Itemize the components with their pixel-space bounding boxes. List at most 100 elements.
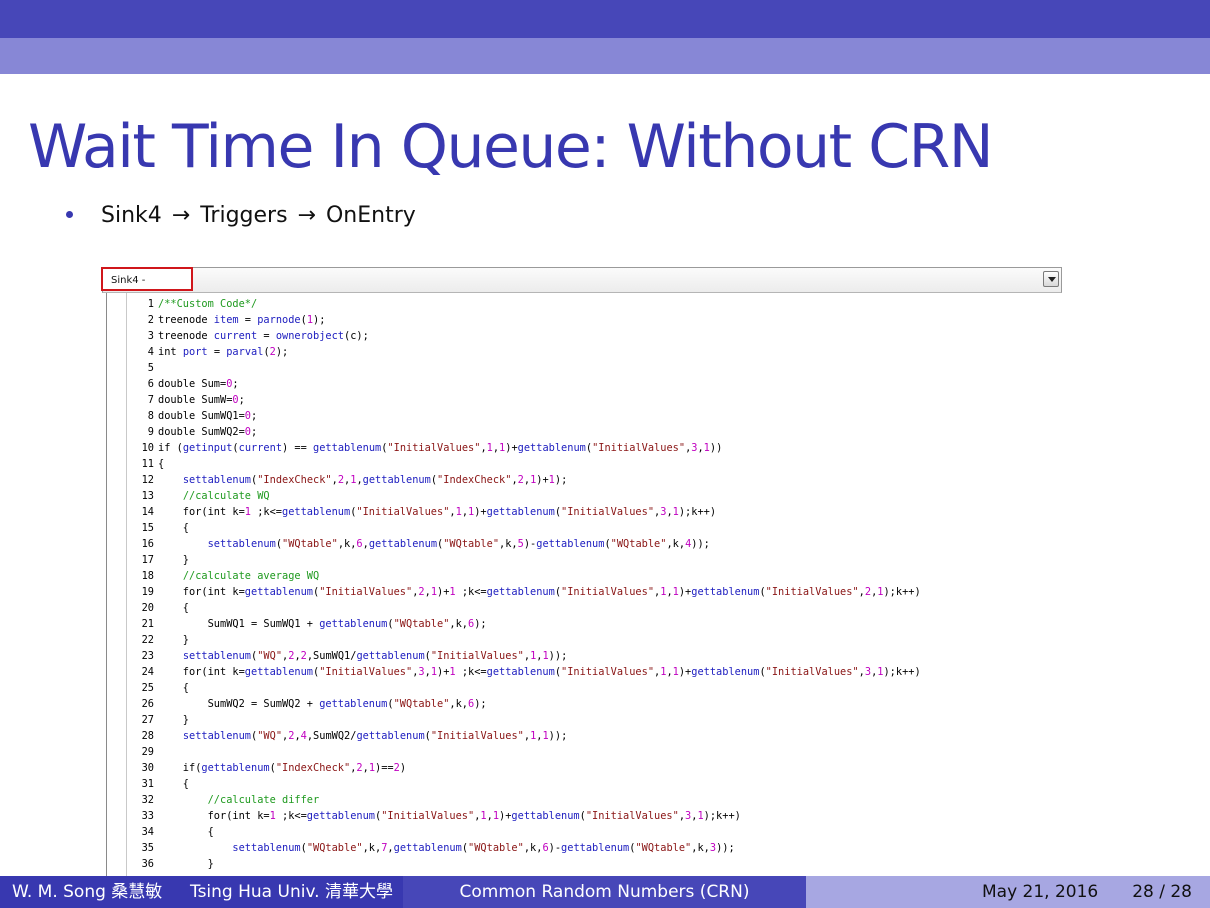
code-line[interactable]: 23 settablenum("WQ",2,2,SumWQ1/gettablen…: [128, 648, 921, 664]
code-line[interactable]: 4 int port = parval(2);: [128, 344, 921, 360]
code-token: ): [399, 762, 407, 774]
code-line[interactable]: 28 settablenum("WQ",2,4,SumWQ2/gettablen…: [128, 728, 921, 744]
code-line[interactable]: 6 double Sum=0;: [128, 376, 921, 392]
line-number: 1: [147, 298, 154, 310]
code-token: gettablenum: [511, 810, 580, 822]
code-line[interactable]: 13 //calculate WQ: [128, 488, 921, 504]
code-line[interactable]: 1 /**Custom Code*/: [128, 296, 921, 312]
code-token: );: [474, 618, 487, 630]
code-token: port: [182, 346, 208, 358]
code-line[interactable]: 25 {: [128, 680, 921, 696]
code-line[interactable]: 15 {: [128, 520, 921, 536]
code-token: gettablenum: [313, 442, 382, 454]
code-token: "InitialValues": [561, 506, 655, 518]
code-line[interactable]: 16 settablenum("WQtable",k,6,gettablenum…: [128, 536, 921, 552]
code-token: gettablenum: [368, 538, 438, 550]
code-token: "InitialValues": [561, 666, 655, 678]
code-token: ownerobject: [275, 330, 345, 342]
code-token: gettablenum: [319, 698, 388, 710]
code-token: "IndexCheck": [257, 474, 332, 486]
code-token: ,k,: [449, 618, 468, 630]
code-token: double SumWQ2=: [158, 426, 245, 438]
bullet-part-sink: Sink4: [101, 203, 162, 228]
code-line[interactable]: 3 treenode current = ownerobject(c);: [128, 328, 921, 344]
code-token: {: [158, 682, 189, 694]
code-line[interactable]: 11 {: [128, 456, 921, 472]
code-line[interactable]: 18 //calculate average WQ: [128, 568, 921, 584]
code-line[interactable]: 29: [128, 744, 921, 760]
bullet-part-triggers: Triggers: [200, 203, 288, 228]
code-line[interactable]: 32 //calculate differ: [128, 792, 921, 808]
code-line[interactable]: 34 {: [128, 824, 921, 840]
code-line[interactable]: 8 double SumWQ1=0;: [128, 408, 921, 424]
chevron-down-icon[interactable]: [1043, 271, 1059, 287]
line-number: 14: [141, 506, 154, 518]
code-token: "WQ": [257, 730, 283, 742]
line-number: 33: [141, 810, 154, 822]
code-line[interactable]: 27 }: [128, 712, 921, 728]
line-number: 21: [141, 618, 154, 630]
code-line[interactable]: 24 for(int k=gettablenum("InitialValues"…: [128, 664, 921, 680]
code-token: (c);: [344, 330, 369, 342]
code-line[interactable]: 21 SumWQ1 = SumWQ1 + gettablenum("WQtabl…: [128, 616, 921, 632]
code-line[interactable]: 10 if (getinput(current) == gettablenum("…: [128, 440, 921, 456]
code-token: gettablenum: [282, 506, 351, 518]
code-line[interactable]: 35 settablenum("WQtable",k,7,gettablenum…: [128, 840, 921, 856]
line-number: 18: [141, 570, 154, 582]
code-token: }: [158, 554, 189, 566]
code-token: ,SumWQ1/: [306, 650, 357, 662]
code-token: gettablenum: [362, 474, 431, 486]
code-line[interactable]: 36 }: [128, 856, 921, 872]
code-line[interactable]: 30 if(gettablenum("IndexCheck",2,1)==2): [128, 760, 921, 776]
footer: W. M. Song 桑慧敏 Tsing Hua Univ. 清華大學 Comm…: [0, 876, 1210, 908]
code-token: ,k,: [691, 842, 710, 854]
code-line[interactable]: 2 treenode item = parnode(1);: [128, 312, 921, 328]
line-number: 17: [141, 554, 154, 566]
code-token: );k++): [883, 586, 921, 598]
code-token: )+: [499, 810, 512, 822]
line-number: 25: [141, 682, 154, 694]
code-token: gettablenum: [306, 810, 375, 822]
line-number: 3: [147, 330, 154, 342]
code-line[interactable]: 31 {: [128, 776, 921, 792]
code-line[interactable]: 22 }: [128, 632, 921, 648]
line-number: 15: [141, 522, 154, 534]
code-token: "InitialValues": [592, 442, 686, 454]
code-token: )+: [678, 666, 692, 678]
code-token: getinput: [182, 442, 233, 454]
code-token: settablenum: [182, 474, 252, 486]
bullet-dot-icon: [66, 210, 73, 218]
code-lines[interactable]: 1 /**Custom Code*/ 2 treenode item = parnod…: [128, 296, 921, 872]
code-token: ) ==: [282, 442, 314, 454]
code-token: gettablenum: [201, 762, 270, 774]
code-token: )): [709, 442, 723, 454]
code-line[interactable]: 12 settablenum("IndexCheck",2,1,gettable…: [128, 472, 921, 488]
editor-tab-sink4-onentry[interactable]: Sink4 - OnEntry: [101, 267, 193, 310]
code-line[interactable]: 26 SumWQ2 = SumWQ2 + gettablenum("WQtabl…: [128, 696, 921, 712]
code-line[interactable]: 33 for(int k=1 ;k<=gettablenum("InitialV…: [128, 808, 921, 824]
code-token: gettablenum: [356, 650, 425, 662]
code-line[interactable]: 20 {: [128, 600, 921, 616]
code-line[interactable]: 17 }: [128, 552, 921, 568]
code-token: );: [275, 346, 289, 358]
bullet-item: Sink4 → Triggers → OnEntry: [66, 203, 416, 228]
code-token: ,k,: [362, 842, 382, 854]
code-line[interactable]: 14 for(int k=1 ;k<=gettablenum("InitialV…: [128, 504, 921, 520]
line-number: 24: [141, 666, 154, 678]
header-bar-bottom: [0, 38, 1210, 74]
line-number: 22: [141, 634, 154, 646]
code-token: SumWQ2 = SumWQ2 +: [158, 698, 320, 710]
code-token: if(: [158, 762, 202, 774]
code-line[interactable]: 9 double SumWQ2=0;: [128, 424, 921, 440]
code-token: double SumWQ1=: [158, 410, 245, 422]
code-line[interactable]: 19 for(int k=gettablenum("InitialValues"…: [128, 584, 921, 600]
line-number: 13: [141, 490, 154, 502]
code-line[interactable]: 5: [128, 360, 921, 376]
line-number: 4: [147, 346, 154, 358]
code-token: for(int k=: [158, 586, 245, 598]
code-token: "WQtable": [393, 618, 450, 630]
code-line[interactable]: 7 double SumW=0;: [128, 392, 921, 408]
